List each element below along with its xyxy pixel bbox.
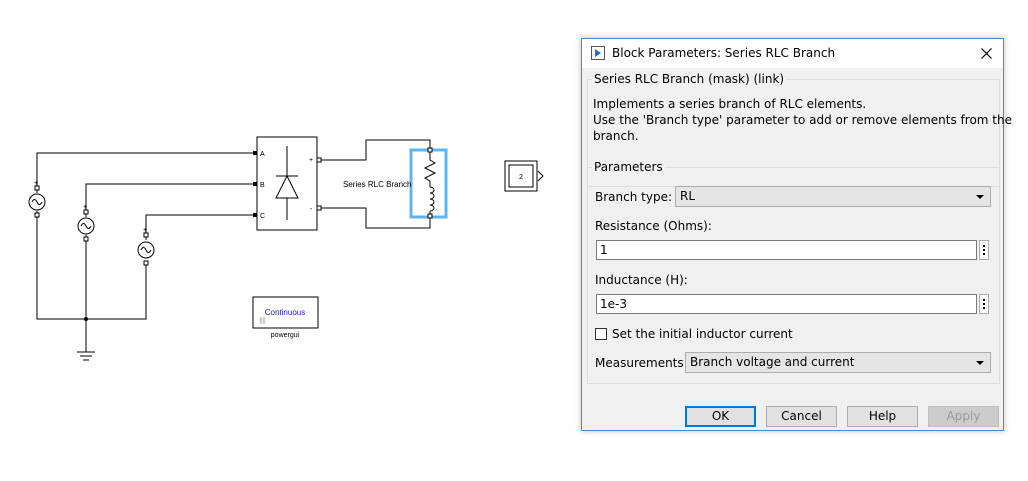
port-c-label: C	[260, 213, 265, 220]
resistance-label: Resistance (Ohms):	[595, 219, 712, 233]
rlc-block-label: Series RLC Branch	[343, 180, 411, 189]
resistor-icon	[423, 152, 437, 187]
ac-source-c[interactable]: +	[137, 227, 155, 266]
svg-text:+: +	[83, 204, 87, 211]
powergui-block[interactable]: Continuous ⛓ powergui	[252, 296, 319, 339]
wire-phase-a	[36, 152, 254, 193]
branch-type-label: Branch type:	[595, 190, 672, 204]
model-canvas[interactable]: + + + A B C + - Series RLC Branch 2 Cont…	[0, 0, 560, 481]
powergui-mode: Continuous	[265, 308, 305, 317]
chevron-down-icon	[976, 361, 984, 365]
initial-inductor-current-checkbox[interactable]	[595, 328, 607, 340]
resistance-field[interactable]: 1	[596, 240, 977, 260]
description-line-3: branch.	[593, 129, 639, 143]
block-parameters-dialog: Block Parameters: Series RLC Branch Seri…	[581, 38, 1012, 431]
wire-phase-b	[85, 183, 254, 217]
inductance-field[interactable]: 1e-3	[596, 294, 977, 314]
initial-inductor-current-label[interactable]: Set the initial inductor current	[612, 327, 793, 341]
port-a-label: A	[260, 151, 265, 158]
wire-phase-c	[145, 214, 254, 240]
junction-dot	[84, 317, 88, 321]
close-button[interactable]	[969, 39, 1003, 68]
description-line-2: Use the 'Branch type' parameter to add o…	[593, 113, 1012, 127]
measurements-value: Branch voltage and current	[690, 355, 855, 369]
cancel-button[interactable]: Cancel	[766, 406, 837, 427]
measurements-label: Measurements	[595, 356, 684, 370]
ok-button[interactable]: OK	[685, 406, 756, 427]
close-icon	[980, 48, 992, 59]
inductance-options-icon[interactable]	[979, 294, 989, 314]
dialog-title: Block Parameters: Series RLC Branch	[612, 46, 836, 60]
branch-type-value: RL	[680, 189, 696, 203]
port-plus-label: +	[309, 157, 313, 164]
inductor-icon	[429, 186, 435, 214]
parameters-group-title: Parameters	[592, 160, 665, 174]
chevron-down-icon	[976, 195, 984, 199]
powergui-label: powergui	[271, 332, 300, 339]
measurements-select[interactable]: Branch voltage and current	[685, 352, 991, 373]
apply-button[interactable]: Apply	[928, 406, 999, 427]
dialog-titlebar[interactable]: Block Parameters: Series RLC Branch	[582, 39, 1003, 68]
mask-group-title: Series RLC Branch (mask) (link)	[592, 72, 787, 86]
svg-text:+: +	[34, 180, 38, 187]
diode-rectifier-block[interactable]: A B C + -	[253, 136, 322, 231]
branch-type-select[interactable]: RL	[675, 186, 991, 207]
resistance-options-icon[interactable]	[979, 240, 989, 260]
description-line-1: Implements a series branch of RLC elemen…	[593, 97, 867, 111]
help-button[interactable]: Help	[847, 406, 918, 427]
display-value: 2	[519, 174, 523, 181]
port-b-label: B	[260, 182, 265, 189]
svg-text:+: +	[143, 227, 147, 234]
inductance-label: Inductance (H):	[595, 273, 688, 287]
ground-icon[interactable]	[77, 351, 95, 361]
link-icon: ⛓	[258, 317, 267, 325]
simulink-block-icon	[591, 46, 605, 60]
display-block[interactable]: 2	[504, 160, 544, 192]
